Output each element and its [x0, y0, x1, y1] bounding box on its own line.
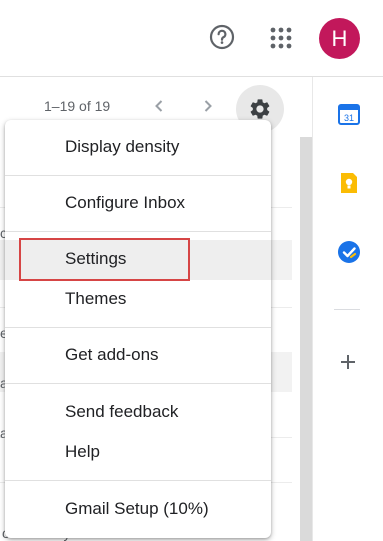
menu-item-help[interactable]: Help — [5, 433, 271, 473]
chevron-left-icon[interactable] — [149, 96, 169, 116]
menu-item-send-feedback[interactable]: Send feedback — [5, 393, 271, 433]
help-icon[interactable] — [208, 23, 236, 51]
settings-menu: Display density Configure Inbox Settings… — [5, 120, 271, 538]
tasks-icon[interactable] — [337, 240, 361, 264]
apps-grid-icon[interactable] — [270, 27, 292, 49]
pagination-range: 1–19 of 19 — [44, 98, 111, 114]
menu-item-label: Send feedback — [65, 402, 179, 421]
menu-divider — [5, 175, 271, 176]
menu-item-label: Gmail Setup (10%) — [65, 499, 209, 518]
gear-icon — [250, 99, 270, 119]
menu-item-gmail-setup[interactable]: Gmail Setup (10%) — [5, 490, 271, 530]
chevron-right-icon[interactable] — [198, 96, 218, 116]
menu-divider — [5, 327, 271, 328]
menu-item-configure-inbox[interactable]: Configure Inbox — [5, 184, 271, 224]
avatar[interactable]: H — [319, 18, 360, 59]
keep-icon[interactable] — [337, 171, 361, 195]
list-scrollbar[interactable] — [300, 137, 312, 541]
menu-divider — [5, 480, 271, 481]
menu-item-themes[interactable]: Themes — [5, 280, 271, 320]
menu-item-label: Configure Inbox — [65, 193, 186, 212]
side-panel-divider — [334, 309, 360, 310]
top-header: H — [0, 0, 383, 77]
highlight-annotation-box — [19, 238, 190, 281]
add-icon[interactable] — [338, 352, 358, 372]
svg-text:31: 31 — [344, 113, 354, 123]
menu-divider — [5, 231, 271, 232]
calendar-icon[interactable]: 31 — [337, 102, 361, 126]
menu-divider — [5, 383, 271, 384]
menu-item-label: Help — [65, 442, 100, 461]
menu-item-get-add-ons[interactable]: Get add-ons — [5, 336, 271, 376]
menu-item-label: Get add-ons — [65, 345, 159, 364]
menu-item-label: Themes — [65, 289, 127, 308]
menu-item-display-density[interactable]: Display density — [5, 128, 271, 168]
menu-item-label: Display density — [65, 137, 180, 156]
